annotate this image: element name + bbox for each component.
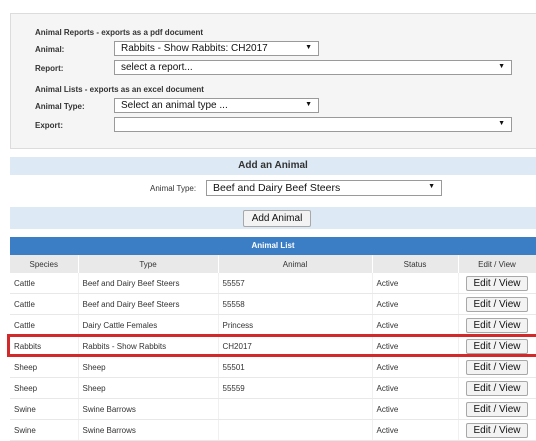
status-cell: Active	[372, 419, 459, 441]
animal-type-select-value: Select an animal type ...	[121, 100, 228, 111]
animal-type-label: Animal Type:	[35, 102, 85, 111]
animal-list-table: Species Type Animal Status Edit / View C…	[10, 255, 536, 441]
status-cell: Active	[372, 314, 459, 336]
table-row-selected: Rabbits Rabbits - Show Rabbits CH2017 Ac…	[10, 335, 536, 357]
species-cell: Rabbits	[10, 335, 79, 357]
animal-type-select[interactable]: Select an animal type ... ▼	[114, 98, 319, 113]
type-cell: Beef and Dairy Beef Steers	[78, 293, 219, 315]
action-cell: Edit / View	[458, 335, 536, 357]
action-cell: Edit / View	[458, 273, 536, 294]
add-animal-title: Add an Animal	[238, 160, 308, 171]
action-cell: Edit / View	[458, 293, 536, 315]
species-cell: Sheep	[10, 377, 79, 399]
action-cell: Edit / View	[458, 377, 536, 399]
animal-cell: CH2017	[218, 335, 373, 357]
animal-reports-title: Animal Reports - exports as a pdf docume…	[35, 28, 204, 37]
add-animal-type-label: Animal Type:	[150, 184, 197, 193]
dropdown-arrow-icon: ▼	[305, 44, 312, 51]
action-cell: Edit / View	[458, 356, 536, 378]
status-cell: Active	[372, 356, 459, 378]
column-header-species[interactable]: Species	[10, 255, 79, 273]
animal-label: Animal:	[35, 45, 65, 54]
species-cell: Swine	[10, 419, 79, 441]
type-cell: Swine Barrows	[78, 398, 219, 420]
dropdown-arrow-icon: ▼	[428, 183, 435, 190]
table-row: Sheep Sheep 55559 Active Edit / View	[10, 377, 536, 399]
animal-select[interactable]: Rabbits - Show Rabbits: CH2017 ▼	[114, 41, 319, 56]
animal-cell: 55559	[218, 377, 373, 399]
edit-view-button[interactable]: Edit / View	[466, 338, 528, 354]
status-cell: Active	[372, 398, 459, 420]
action-cell: Edit / View	[458, 314, 536, 336]
species-cell: Sheep	[10, 356, 79, 378]
table-row: Cattle Dairy Cattle Females Princess Act…	[10, 314, 536, 336]
animal-cell: Princess	[218, 314, 373, 336]
animal-cell: 55558	[218, 293, 373, 315]
reports-panel: Animal Reports - exports as a pdf docume…	[10, 13, 536, 149]
edit-view-button[interactable]: Edit / View	[466, 380, 528, 396]
add-animal-button[interactable]: Add Animal	[243, 210, 311, 227]
dropdown-arrow-icon: ▼	[305, 101, 312, 108]
report-label: Report:	[35, 64, 64, 73]
add-animal-type-select[interactable]: Beef and Dairy Beef Steers ▼	[206, 180, 442, 196]
table-row: Sheep Sheep 55501 Active Edit / View	[10, 356, 536, 378]
animal-cell: 55501	[218, 356, 373, 378]
action-cell: Edit / View	[458, 398, 536, 420]
table-row: Cattle Beef and Dairy Beef Steers 55558 …	[10, 293, 536, 315]
animal-cell	[218, 398, 373, 420]
table-row: Cattle Beef and Dairy Beef Steers 55557 …	[10, 273, 536, 294]
status-cell: Active	[372, 293, 459, 315]
type-cell: Swine Barrows	[78, 419, 219, 441]
column-header-type[interactable]: Type	[78, 255, 219, 273]
table-row: Swine Swine Barrows Active Edit / View	[10, 398, 536, 420]
edit-view-button[interactable]: Edit / View	[466, 422, 528, 438]
edit-view-button[interactable]: Edit / View	[466, 317, 528, 333]
species-cell: Cattle	[10, 293, 79, 315]
status-cell: Active	[372, 273, 459, 294]
column-header-edit-view: Edit / View	[458, 255, 536, 273]
action-cell: Edit / View	[458, 419, 536, 441]
edit-view-button[interactable]: Edit / View	[466, 401, 528, 417]
status-cell: Active	[372, 377, 459, 399]
type-cell: Beef and Dairy Beef Steers	[78, 273, 219, 294]
export-select[interactable]: ▼	[114, 117, 512, 132]
type-cell: Dairy Cattle Females	[78, 314, 219, 336]
column-header-status[interactable]: Status	[372, 255, 459, 273]
column-header-animal[interactable]: Animal	[218, 255, 373, 273]
type-cell: Sheep	[78, 356, 219, 378]
animal-list-title: Animal List	[10, 237, 536, 255]
type-cell: Sheep	[78, 377, 219, 399]
dropdown-arrow-icon: ▼	[498, 120, 505, 127]
add-animal-type-value: Beef and Dairy Beef Steers	[213, 182, 341, 194]
edit-view-button[interactable]: Edit / View	[466, 296, 528, 312]
status-cell: Active	[372, 335, 459, 357]
report-select-value: select a report...	[121, 62, 193, 73]
animal-cell	[218, 419, 373, 441]
export-label: Export:	[35, 121, 63, 130]
report-select[interactable]: select a report... ▼	[114, 60, 512, 75]
species-cell: Swine	[10, 398, 79, 420]
dropdown-arrow-icon: ▼	[498, 63, 505, 70]
edit-view-button[interactable]: Edit / View	[466, 275, 528, 291]
species-cell: Cattle	[10, 314, 79, 336]
edit-view-button[interactable]: Edit / View	[466, 359, 528, 375]
table-row: Swine Swine Barrows Active Edit / View	[10, 419, 536, 441]
animal-lists-title: Animal Lists - exports as an excel docum…	[35, 85, 204, 94]
animal-cell: 55557	[218, 273, 373, 294]
animal-list-header-row: Species Type Animal Status Edit / View	[10, 255, 536, 273]
species-cell: Cattle	[10, 273, 79, 294]
type-cell: Rabbits - Show Rabbits	[78, 335, 219, 357]
animal-select-value: Rabbits - Show Rabbits: CH2017	[121, 43, 268, 54]
